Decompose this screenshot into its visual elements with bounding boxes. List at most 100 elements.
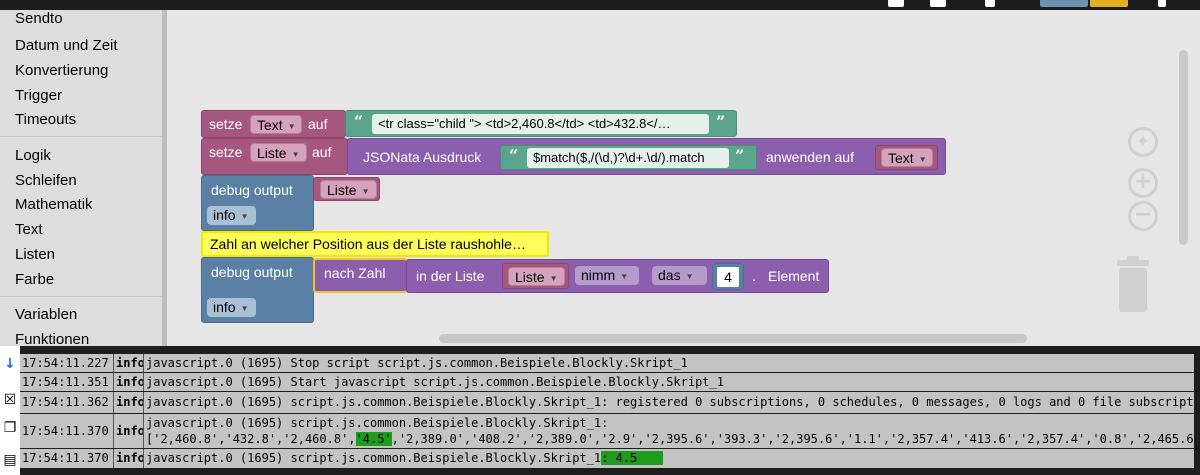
open-quote-icon: “: [509, 146, 519, 165]
clear-log-icon[interactable]: ☒: [0, 392, 20, 408]
horizontal-scrollbar[interactable]: [439, 334, 1027, 343]
text-string-block[interactable]: “ $match($,/(\d,)?\d+.\d/).match ”: [500, 145, 757, 170]
index-number-field[interactable]: 4: [716, 266, 740, 288]
toolbox-category-text[interactable]: Text: [15, 221, 43, 238]
log-row: 17:54:11.370 info javascript.0 (1695) sc…: [20, 414, 1194, 449]
variable-dropdown-liste[interactable]: Liste ▼: [320, 180, 377, 199]
log-severity: info: [116, 354, 144, 372]
toolbox-separator: [0, 136, 162, 137]
debug-output-block[interactable]: debug output info ▼: [201, 175, 314, 231]
setze-label: setze: [209, 116, 243, 132]
variable-name: Text: [888, 150, 914, 166]
jsonata-expression-field[interactable]: $match($,/(\d,)?\d+.\d/).match: [527, 148, 729, 168]
toolbar-icon[interactable]: [985, 0, 995, 7]
variable-name: Liste: [257, 145, 287, 161]
log-severity: info: [114, 414, 144, 448]
log-level-dropdown[interactable]: info ▼: [207, 206, 256, 225]
variable-dropdown-liste[interactable]: Liste ▼: [508, 267, 565, 286]
list-mode-dropdown[interactable]: nimm ▼: [575, 266, 639, 285]
variable-dropdown-text[interactable]: Text ▼: [250, 115, 302, 134]
log-message-part: ['2,460.8','432.8','2,460.8',: [146, 432, 356, 446]
string-value-field[interactable]: <tr class="child "> <td>2,460.8</td> <td…: [372, 114, 709, 134]
comment-block[interactable]: Zahl an welcher Position aus der Liste r…: [201, 231, 549, 257]
toolbar-icon[interactable]: [888, 0, 904, 7]
log-time: 17:54:11.227: [20, 354, 114, 372]
blockly-workspace[interactable]: setze Text ▼ auf “ <tr class="child "> <t…: [162, 10, 1200, 346]
log-row: 17:54:11.351 info javascript.0 (1695) St…: [20, 373, 1194, 392]
toolbox-category-sendto[interactable]: Sendto: [15, 10, 63, 27]
log-time: 17:54:11.370: [20, 414, 114, 448]
zoom-in-icon[interactable]: +: [1128, 168, 1158, 198]
log-level-value: info: [213, 207, 236, 223]
variable-dropdown-liste[interactable]: Liste ▼: [250, 143, 307, 162]
toolbox-category-schleifen[interactable]: Schleifen: [15, 172, 77, 189]
log-severity: info: [114, 449, 144, 468]
toolbox-category-funktionen[interactable]: Funktionen: [15, 331, 89, 346]
log-side-toolbar: ↓ ☒ ❐ ▤: [0, 346, 20, 475]
jsonata-label: JSONata Ausdruck: [363, 149, 482, 165]
debug-output-block[interactable]: debug output info ▼: [201, 257, 314, 323]
vertical-scrollbar[interactable]: [1179, 50, 1188, 245]
toolbox-category-trigger[interactable]: Trigger: [15, 87, 62, 104]
toolbox-category-logik[interactable]: Logik: [15, 147, 51, 164]
convert-to-number-block[interactable]: nach Zahl: [313, 258, 408, 293]
log-level-value: info: [213, 299, 236, 315]
dropdown-arrow-icon: ▼: [549, 273, 558, 283]
list-get-block[interactable]: in der Liste Liste ▼ nimm ▼ das ▼ 4 . Eleme…: [406, 259, 829, 293]
setze-label: setze: [209, 144, 243, 160]
variable-dropdown-text[interactable]: Text ▼: [881, 148, 933, 167]
variable-get-block[interactable]: Liste ▼: [313, 177, 380, 201]
dropdown-arrow-icon: ▼: [287, 121, 296, 131]
toolbox-category-variablen[interactable]: Variablen: [15, 306, 77, 323]
list-mode-value: nimm: [581, 267, 616, 283]
set-variable-block[interactable]: setze Liste ▼ auf: [201, 138, 348, 175]
variable-get-block[interactable]: Liste ▼: [502, 263, 569, 289]
toolbox-separator: [0, 296, 162, 297]
log-time: 17:54:11.351: [20, 373, 114, 391]
list-where-value: das: [658, 267, 681, 283]
workspace-edge: [162, 10, 167, 346]
log-highlight: '4.5': [355, 432, 392, 446]
scroll-down-icon[interactable]: ↓: [0, 356, 20, 372]
close-quote-icon: ”: [716, 112, 726, 131]
jsonata-block[interactable]: JSONata Ausdruck “ $match($,/(\d,)?\d+.\…: [347, 138, 946, 175]
toolbox-category-listen[interactable]: Listen: [15, 246, 55, 263]
auf-label: auf: [312, 144, 332, 160]
list-where-dropdown[interactable]: das ▼: [652, 266, 707, 285]
toolbox-category-mathematik[interactable]: Mathematik: [15, 196, 93, 213]
toolbar-button[interactable]: [1040, 0, 1088, 7]
number-block[interactable]: 4: [712, 263, 744, 290]
log-message: javascript.0 (1695) Stop script script.j…: [146, 356, 688, 370]
debug-output-label: debug output: [211, 264, 293, 280]
copy-icon[interactable]: ❐: [0, 420, 20, 436]
log-message: javascript.0 (1695) script.js.common.Bei…: [144, 414, 1194, 448]
log-row: 17:54:11.370 info javascript.0 (1695) sc…: [20, 449, 1194, 469]
toolbox-category-farbe[interactable]: Farbe: [15, 271, 54, 288]
toolbox-category-timeouts[interactable]: Timeouts: [15, 111, 76, 128]
toolbar-button[interactable]: [1090, 0, 1128, 7]
log-row: 17:54:11.227 info javascript.0 (1695) St…: [20, 354, 1194, 373]
log-severity: info: [114, 392, 144, 413]
log-message-part: javascript.0 (1695) script.js.common.Bei…: [146, 451, 602, 465]
toolbox-category-datum-und-zeit[interactable]: Datum und Zeit: [15, 37, 118, 54]
open-quote-icon: “: [354, 112, 364, 131]
log-message-line: javascript.0 (1695) script.js.common.Bei…: [146, 416, 609, 430]
in-der-liste-label: in der Liste: [416, 268, 485, 284]
zoom-out-icon[interactable]: −: [1128, 201, 1158, 231]
toolbox-category-konvertierung[interactable]: Konvertierung: [15, 62, 108, 79]
toolbar-icon[interactable]: [1158, 0, 1166, 7]
auf-label: auf: [308, 116, 328, 132]
recenter-icon[interactable]: ⌖: [1128, 127, 1158, 157]
trash-icon[interactable]: [1115, 256, 1151, 314]
element-label: Element: [768, 268, 820, 284]
log-message-part: ,'2,389.0','408.2','2,389.0','2.9','2,39…: [391, 432, 1194, 446]
table-view-icon[interactable]: ▤: [0, 452, 20, 468]
log-time: 17:54:11.370: [20, 449, 114, 468]
set-variable-block[interactable]: setze Text ▼ auf: [201, 110, 346, 138]
log-level-dropdown[interactable]: info ▼: [207, 298, 256, 317]
variable-get-block[interactable]: Text ▼: [875, 145, 938, 170]
toolbar-icon[interactable]: [930, 0, 946, 7]
nach-zahl-label: nach Zahl: [324, 265, 386, 281]
text-string-block[interactable]: “ <tr class="child "> <td>2,460.8</td> <…: [345, 110, 737, 137]
variable-name: Liste: [327, 182, 357, 198]
